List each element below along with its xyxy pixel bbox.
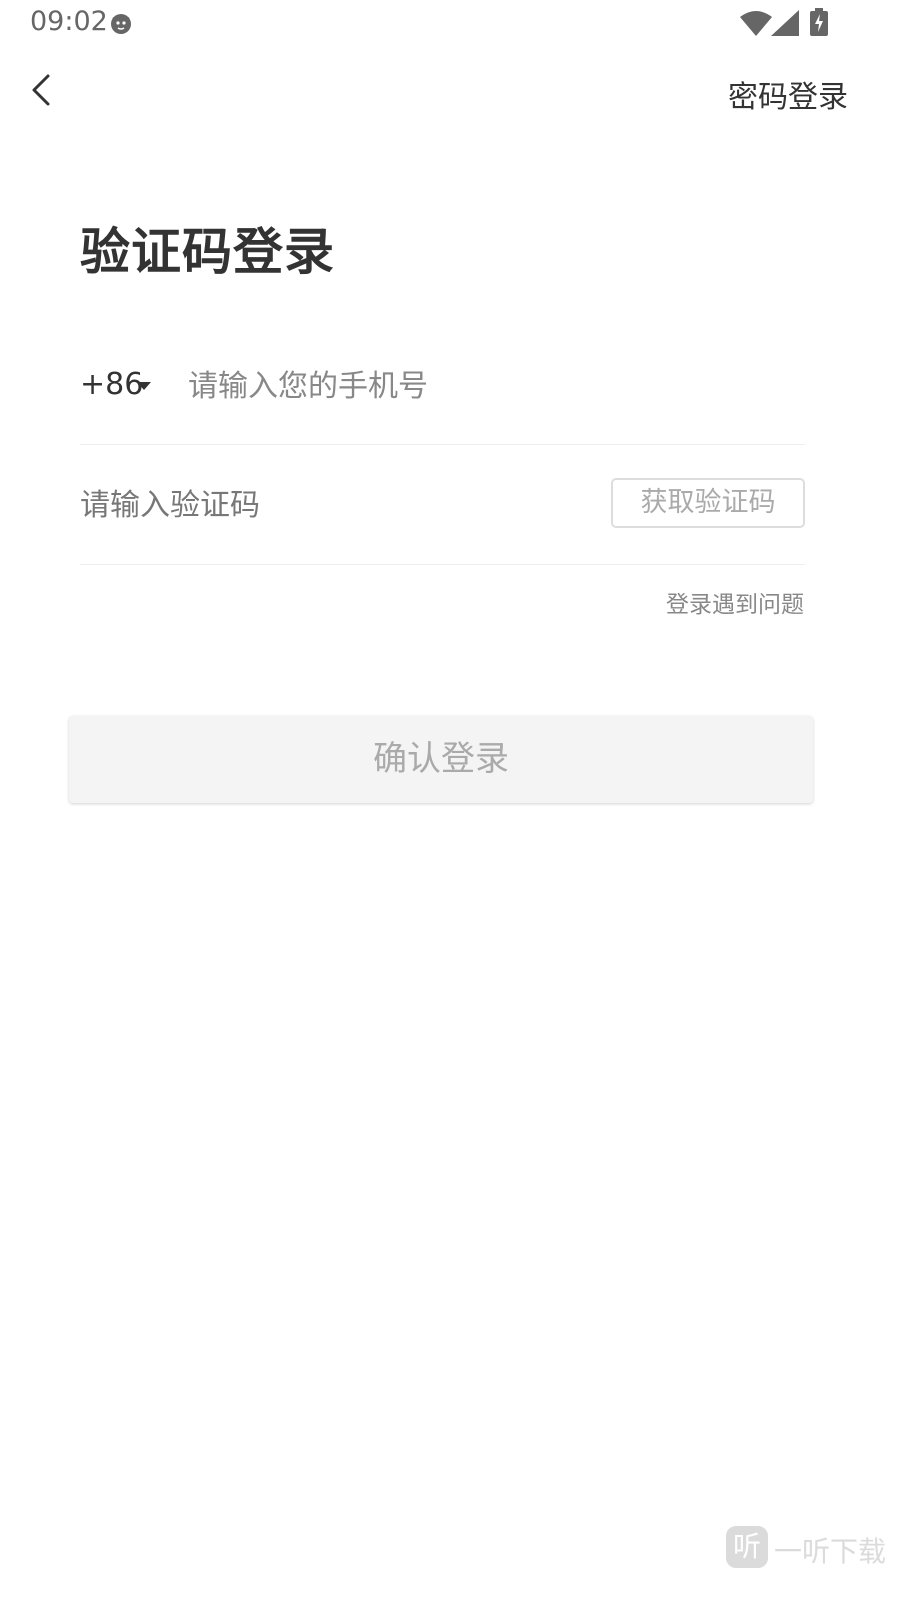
page-title: 验证码登录 [80, 223, 335, 281]
confirm-login-button[interactable]: 确认登录 [69, 716, 813, 803]
back-button[interactable] [22, 70, 62, 110]
phone-row: +86 [80, 340, 805, 445]
verification-code-input[interactable] [80, 479, 560, 531]
login-screen: 09:02 密码登录 验证码登录 +86 请输入您的手机号 请输入验证码 获取验… [0, 0, 900, 1600]
wifi-icon [740, 11, 772, 36]
password-login-link[interactable]: 密码登录 [728, 72, 848, 116]
battery-charging-icon [810, 8, 828, 36]
status-time: 09:02 [30, 6, 108, 37]
country-code-selector[interactable]: +86 [80, 367, 143, 402]
watermark-logo: 听 [726, 1526, 768, 1568]
caret-down-icon[interactable] [137, 382, 151, 390]
code-row: 获取验证码 [80, 445, 805, 565]
watermark-text: 一听下载 [774, 1535, 887, 1568]
login-help-link[interactable]: 登录遇到问题 [666, 585, 804, 619]
watermark: 听 一听下载 [726, 1526, 896, 1570]
cat-notification-icon [111, 14, 131, 34]
phone-input[interactable] [188, 360, 788, 412]
signal-icon [771, 10, 799, 36]
get-code-button[interactable]: 获取验证码 [611, 478, 805, 528]
status-bar: 09:02 [0, 0, 900, 46]
